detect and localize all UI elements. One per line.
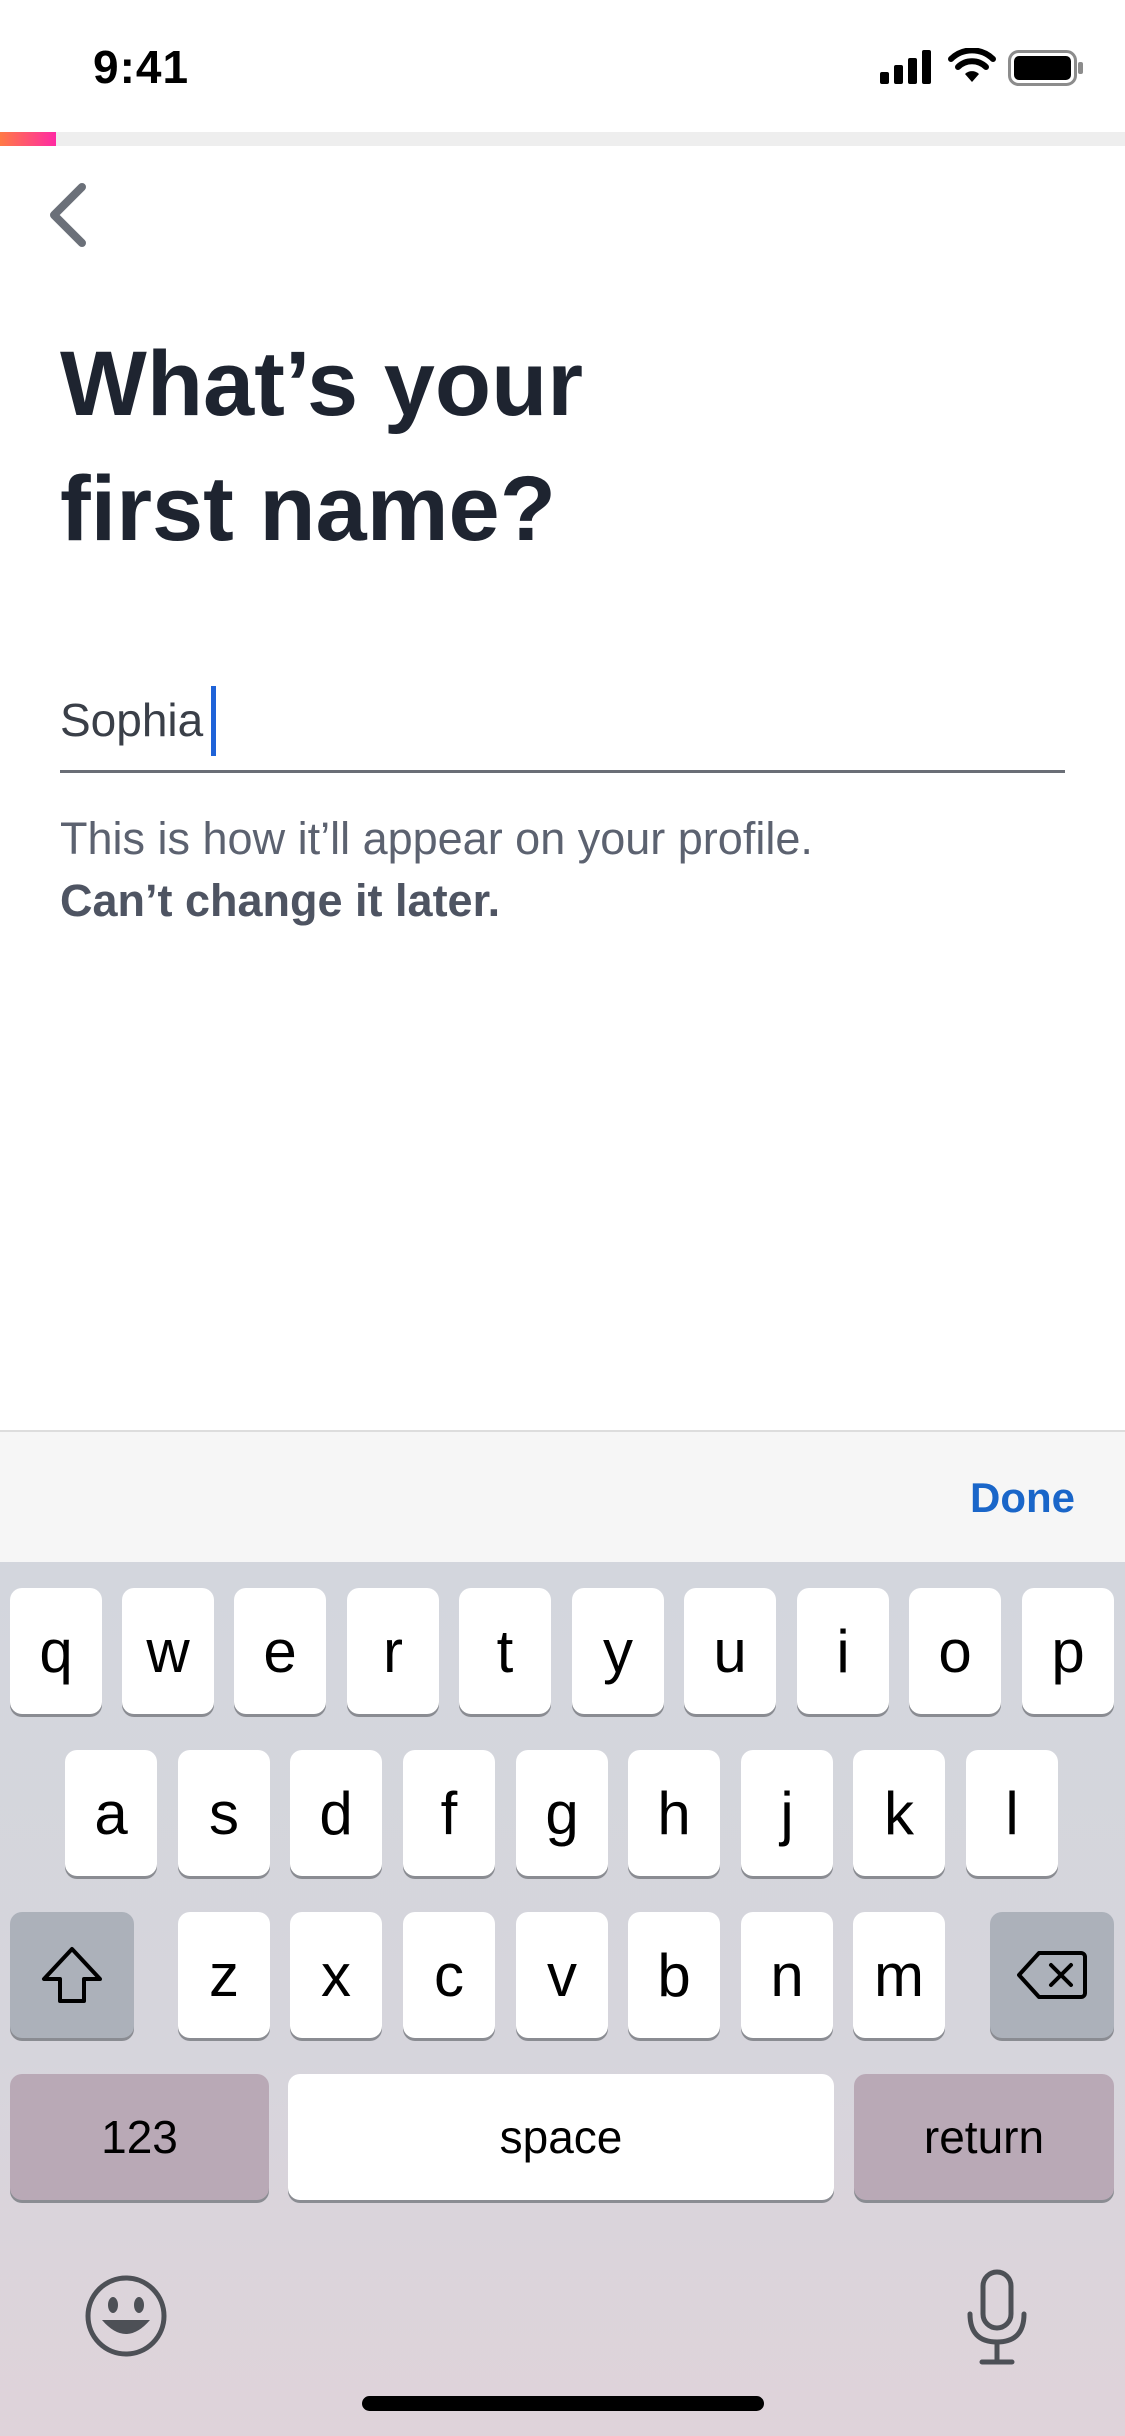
key-k[interactable]: k: [853, 1750, 945, 1876]
key-w[interactable]: w: [122, 1588, 214, 1714]
key-t[interactable]: t: [459, 1588, 551, 1714]
first-name-field[interactable]: [60, 680, 1065, 773]
signal-icon: [880, 50, 931, 84]
helper-warning: Can’t change it later.: [60, 875, 501, 926]
key-g[interactable]: g: [516, 1750, 608, 1876]
key-j[interactable]: j: [741, 1750, 833, 1876]
emoji-button[interactable]: [82, 2272, 170, 2360]
key-c[interactable]: c: [403, 1912, 495, 2038]
back-chevron-icon: [50, 183, 86, 247]
key-l[interactable]: l: [966, 1750, 1058, 1876]
key-z[interactable]: z: [178, 1912, 270, 2038]
dictation-button[interactable]: [964, 2268, 1030, 2368]
key-q[interactable]: q: [10, 1588, 102, 1714]
key-x[interactable]: x: [290, 1912, 382, 2038]
home-indicator: [362, 2396, 764, 2411]
key-i[interactable]: i: [797, 1588, 889, 1714]
key-p[interactable]: p: [1022, 1588, 1114, 1714]
key-d[interactable]: d: [290, 1750, 382, 1876]
shift-key[interactable]: [10, 1912, 134, 2038]
text-caret: [211, 686, 216, 756]
key-b[interactable]: b: [628, 1912, 720, 2038]
key-e[interactable]: e: [234, 1588, 326, 1714]
progress-fill: [0, 132, 57, 146]
progress-track: [0, 132, 1125, 146]
backspace-icon: [1017, 1951, 1087, 1999]
numbers-key[interactable]: 123: [10, 2074, 269, 2200]
key-v[interactable]: v: [516, 1912, 608, 2038]
microphone-icon: [967, 2269, 1027, 2365]
emoji-icon: [85, 2275, 167, 2357]
key-a[interactable]: a: [65, 1750, 157, 1876]
wifi-icon: [948, 48, 996, 82]
status-bar: 9:41: [0, 0, 1125, 132]
key-s[interactable]: s: [178, 1750, 270, 1876]
return-key[interactable]: return: [854, 2074, 1114, 2200]
key-m[interactable]: m: [853, 1912, 945, 2038]
backspace-key[interactable]: [990, 1912, 1114, 2038]
status-time: 9:41: [93, 41, 190, 93]
keyboard-accessory-bar: Done: [0, 1430, 1125, 1564]
battery-icon: [1008, 50, 1083, 86]
key-r[interactable]: r: [347, 1588, 439, 1714]
key-f[interactable]: f: [403, 1750, 495, 1876]
page-title: What’s your first name?: [60, 333, 584, 560]
key-h[interactable]: h: [628, 1750, 720, 1876]
key-u[interactable]: u: [684, 1588, 776, 1714]
shift-icon: [42, 1947, 102, 2003]
done-button[interactable]: Done: [970, 1474, 1075, 1522]
back-button[interactable]: [40, 175, 100, 255]
helper-text: This is how it’ll appear on your profile…: [60, 813, 813, 864]
key-n[interactable]: n: [741, 1912, 833, 2038]
key-o[interactable]: o: [909, 1588, 1001, 1714]
key-y[interactable]: y: [572, 1588, 664, 1714]
space-key[interactable]: space: [288, 2074, 834, 2200]
